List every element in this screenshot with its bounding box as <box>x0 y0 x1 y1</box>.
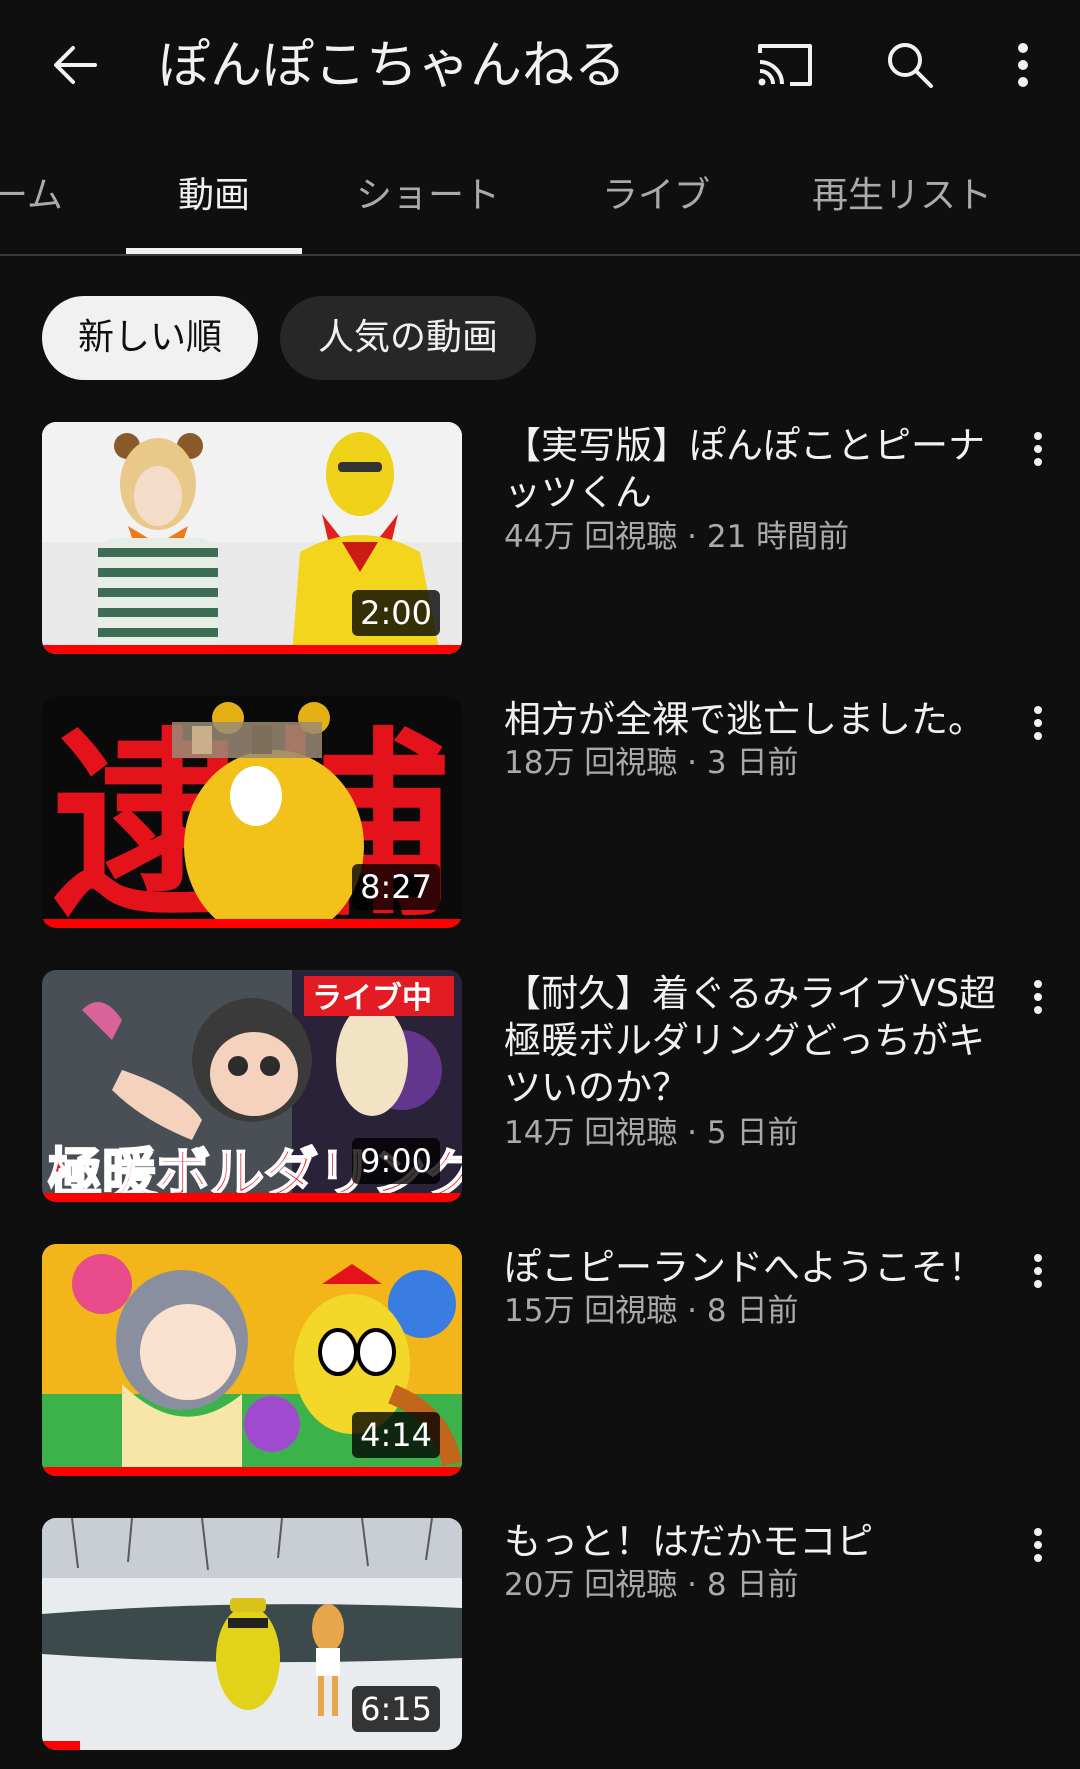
video-title[interactable]: ぽこピーランドへようこそ！ <box>504 1244 1004 1291</box>
more-vertical-icon <box>1034 980 1042 1014</box>
more-vertical-icon <box>1034 1254 1042 1288</box>
video-duration: 9:00 <box>352 1138 440 1184</box>
arrow-left-icon <box>54 46 97 84</box>
video-more-button[interactable] <box>1018 1246 1058 1296</box>
search-icon <box>888 43 933 88</box>
video-item[interactable]: 逮捕 8:27 相方が全裸で逃亡しました。 18万 回視聴 · 3 日前 <box>0 696 1080 936</box>
video-meta: 44万 回視聴 · 21 時間前 <box>504 519 850 555</box>
video-item[interactable]: ライブ中 極暖ボルダリング 9:00 【耐久】着ぐるみライブVS超極暖ボルダリン… <box>0 970 1080 1210</box>
video-meta: 15万 回視聴 · 8 日前 <box>504 1293 799 1329</box>
video-title[interactable]: もっと！はだかモコピ <box>504 1518 1004 1565</box>
video-thumbnail[interactable]: 6:15 <box>42 1518 462 1750</box>
active-tab-indicator <box>126 248 302 254</box>
video-duration: 2:00 <box>352 590 440 636</box>
cast-button[interactable] <box>750 30 820 100</box>
tab-videos[interactable]: 動画 <box>178 168 250 224</box>
video-duration: 8:27 <box>352 864 440 910</box>
cast-icon <box>758 44 812 86</box>
video-thumbnail[interactable]: ライブ中 極暖ボルダリング 9:00 <box>42 970 462 1202</box>
video-thumbnail[interactable]: 逮捕 8:27 <box>42 696 462 928</box>
tab-playlists[interactable]: 再生リスト <box>812 168 992 224</box>
video-more-button[interactable] <box>1018 972 1058 1022</box>
video-title[interactable]: 【実写版】ぽんぽことピーナッツくん <box>504 422 1004 516</box>
watch-progress-bar <box>42 1193 462 1202</box>
watch-progress-bar <box>42 919 462 928</box>
video-meta: 18万 回視聴 · 3 日前 <box>504 745 799 781</box>
more-vertical-icon <box>1034 432 1042 466</box>
video-item[interactable]: 2:00 【実写版】ぽんぽことピーナッツくん 44万 回視聴 · 21 時間前 <box>0 422 1080 662</box>
watch-progress-bar <box>42 645 462 654</box>
chip-popular[interactable]: 人気の動画 <box>280 296 536 380</box>
tab-shorts[interactable]: ショート <box>356 168 500 224</box>
watch-progress-bar <box>42 1741 80 1750</box>
video-duration: 6:15 <box>352 1686 440 1732</box>
video-more-button[interactable] <box>1018 698 1058 748</box>
back-button[interactable] <box>40 30 110 100</box>
channel-title: ぽんぽこちゃんねる <box>158 36 627 96</box>
video-item[interactable]: 6:15 もっと！はだかモコピ 20万 回視聴 · 8 日前 <box>0 1518 1080 1758</box>
top-app-bar: ぽんぽこちゃんねる <box>0 0 1080 132</box>
more-options-button[interactable] <box>988 30 1058 100</box>
tab-home[interactable]: ーム <box>0 168 63 224</box>
video-title[interactable]: 相方が全裸で逃亡しました。 <box>504 696 1004 743</box>
video-item[interactable]: 4:14 ぽこピーランドへようこそ！ 15万 回視聴 · 8 日前 <box>0 1244 1080 1484</box>
channel-tabs: ーム 動画 ショート ライブ 再生リスト <box>0 140 1080 256</box>
watch-progress-bar <box>42 1467 462 1476</box>
video-thumbnail[interactable]: 2:00 <box>42 422 462 654</box>
video-thumbnail[interactable]: 4:14 <box>42 1244 462 1476</box>
video-duration: 4:14 <box>352 1412 440 1458</box>
chip-newest[interactable]: 新しい順 <box>42 296 258 380</box>
more-vertical-icon <box>1034 1528 1042 1562</box>
tab-live[interactable]: ライブ <box>602 168 710 224</box>
video-title[interactable]: 【耐久】着ぐるみライブVS超極暖ボルダリングどっちがキツいのか？ <box>504 970 1004 1111</box>
video-more-button[interactable] <box>1018 1520 1058 1570</box>
video-more-button[interactable] <box>1018 424 1058 474</box>
more-vertical-icon <box>1034 706 1042 740</box>
more-vertical-icon <box>1018 43 1028 87</box>
live-badge-text: ライブ中 <box>312 981 432 1016</box>
search-button[interactable] <box>875 30 945 100</box>
video-meta: 20万 回視聴 · 8 日前 <box>504 1567 799 1603</box>
video-meta: 14万 回視聴 · 5 日前 <box>504 1115 799 1151</box>
